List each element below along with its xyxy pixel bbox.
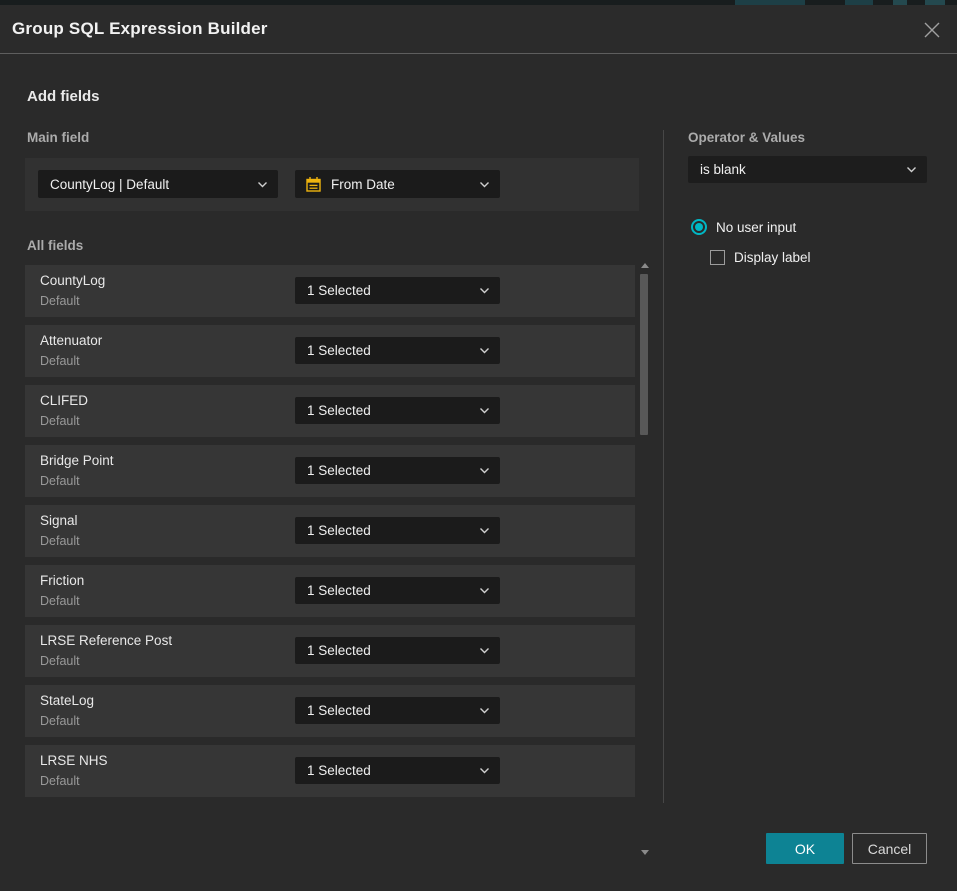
field-name: Attenuator xyxy=(40,333,102,348)
field-selected-value: 1 Selected xyxy=(295,763,479,778)
field-selected-value: 1 Selected xyxy=(295,283,479,298)
chevron-down-icon xyxy=(479,647,490,654)
field-selected-dropdown[interactable]: 1 Selected xyxy=(295,577,500,604)
field-source: Default xyxy=(40,654,80,668)
main-source-select[interactable]: CountyLog | Default xyxy=(38,170,278,198)
field-source: Default xyxy=(40,414,80,428)
scrollbar-up-arrow-icon[interactable] xyxy=(641,263,649,268)
calendar-icon xyxy=(305,176,322,193)
chevron-down-icon xyxy=(479,407,490,414)
operator-select-value: is blank xyxy=(688,162,906,177)
field-row: LRSE Reference Post Default 1 Selected xyxy=(25,625,635,677)
all-fields-label: All fields xyxy=(27,238,83,253)
chevron-down-icon xyxy=(479,767,490,774)
scrollbar-thumb[interactable] xyxy=(640,274,648,435)
add-fields-heading: Add fields xyxy=(27,88,100,105)
main-field-select[interactable]: From Date xyxy=(295,170,500,198)
all-fields-list: CountyLog Default 1 Selected Attenuator … xyxy=(25,265,635,805)
field-selected-value: 1 Selected xyxy=(295,403,479,418)
radio-icon xyxy=(691,219,707,235)
field-source: Default xyxy=(40,714,80,728)
chevron-down-icon xyxy=(479,287,490,294)
field-selected-value: 1 Selected xyxy=(295,463,479,478)
field-name: CountyLog xyxy=(40,273,105,288)
field-selected-dropdown[interactable]: 1 Selected xyxy=(295,277,500,304)
field-selected-dropdown[interactable]: 1 Selected xyxy=(295,637,500,664)
chevron-down-icon xyxy=(906,166,917,173)
field-selected-dropdown[interactable]: 1 Selected xyxy=(295,397,500,424)
field-source: Default xyxy=(40,294,80,308)
field-name: Bridge Point xyxy=(40,453,114,468)
field-row: CountyLog Default 1 Selected xyxy=(25,265,635,317)
checkbox-icon xyxy=(710,250,725,265)
field-selected-value: 1 Selected xyxy=(295,643,479,658)
main-field-label: Main field xyxy=(27,130,89,145)
dialog-title: Group SQL Expression Builder xyxy=(12,19,268,39)
field-selected-dropdown[interactable]: 1 Selected xyxy=(295,517,500,544)
field-name: Friction xyxy=(40,573,84,588)
chevron-down-icon xyxy=(479,527,490,534)
checkbox-label: Display label xyxy=(734,250,811,265)
field-row: Bridge Point Default 1 Selected xyxy=(25,445,635,497)
list-scrollbar[interactable] xyxy=(639,260,650,858)
field-source: Default xyxy=(40,594,80,608)
operator-select[interactable]: is blank xyxy=(688,156,927,183)
field-source: Default xyxy=(40,774,80,788)
field-source: Default xyxy=(40,534,80,548)
chevron-down-icon xyxy=(479,347,490,354)
field-row: CLIFED Default 1 Selected xyxy=(25,385,635,437)
field-selected-dropdown[interactable]: 1 Selected xyxy=(295,337,500,364)
field-name: CLIFED xyxy=(40,393,88,408)
field-name: Signal xyxy=(40,513,78,528)
field-name: LRSE Reference Post xyxy=(40,633,172,648)
field-row: Attenuator Default 1 Selected xyxy=(25,325,635,377)
field-selected-value: 1 Selected xyxy=(295,523,479,538)
field-row: StateLog Default 1 Selected xyxy=(25,685,635,737)
field-name: LRSE NHS xyxy=(40,753,108,768)
column-divider xyxy=(663,130,664,803)
field-selected-dropdown[interactable]: 1 Selected xyxy=(295,697,500,724)
radio-label: No user input xyxy=(716,220,796,235)
field-selected-value: 1 Selected xyxy=(295,343,479,358)
scrollbar-down-arrow-icon[interactable] xyxy=(641,850,649,855)
field-source: Default xyxy=(40,354,80,368)
ok-button[interactable]: OK xyxy=(766,833,844,864)
field-selected-dropdown[interactable]: 1 Selected xyxy=(295,457,500,484)
chevron-down-icon xyxy=(479,587,490,594)
no-user-input-radio[interactable]: No user input xyxy=(691,219,796,235)
field-row: Friction Default 1 Selected xyxy=(25,565,635,617)
chevron-down-icon xyxy=(257,181,268,188)
main-field-select-value: From Date xyxy=(331,177,479,192)
field-selected-dropdown[interactable]: 1 Selected xyxy=(295,757,500,784)
main-source-select-value: CountyLog | Default xyxy=(38,177,257,192)
chevron-down-icon xyxy=(479,467,490,474)
chevron-down-icon xyxy=(479,181,490,188)
close-icon[interactable] xyxy=(921,19,943,41)
field-selected-value: 1 Selected xyxy=(295,703,479,718)
field-selected-value: 1 Selected xyxy=(295,583,479,598)
operator-values-label: Operator & Values xyxy=(688,130,805,145)
field-name: StateLog xyxy=(40,693,94,708)
cancel-button[interactable]: Cancel xyxy=(852,833,927,864)
field-source: Default xyxy=(40,474,80,488)
main-field-panel: CountyLog | Default From Date xyxy=(25,158,639,211)
field-row: LRSE NHS Default 1 Selected xyxy=(25,745,635,797)
dialog-header: Group SQL Expression Builder xyxy=(0,5,957,54)
chevron-down-icon xyxy=(479,707,490,714)
display-label-checkbox[interactable]: Display label xyxy=(710,250,811,265)
dialog-body: Add fields Main field CountyLog | Defaul… xyxy=(0,55,957,891)
field-row: Signal Default 1 Selected xyxy=(25,505,635,557)
